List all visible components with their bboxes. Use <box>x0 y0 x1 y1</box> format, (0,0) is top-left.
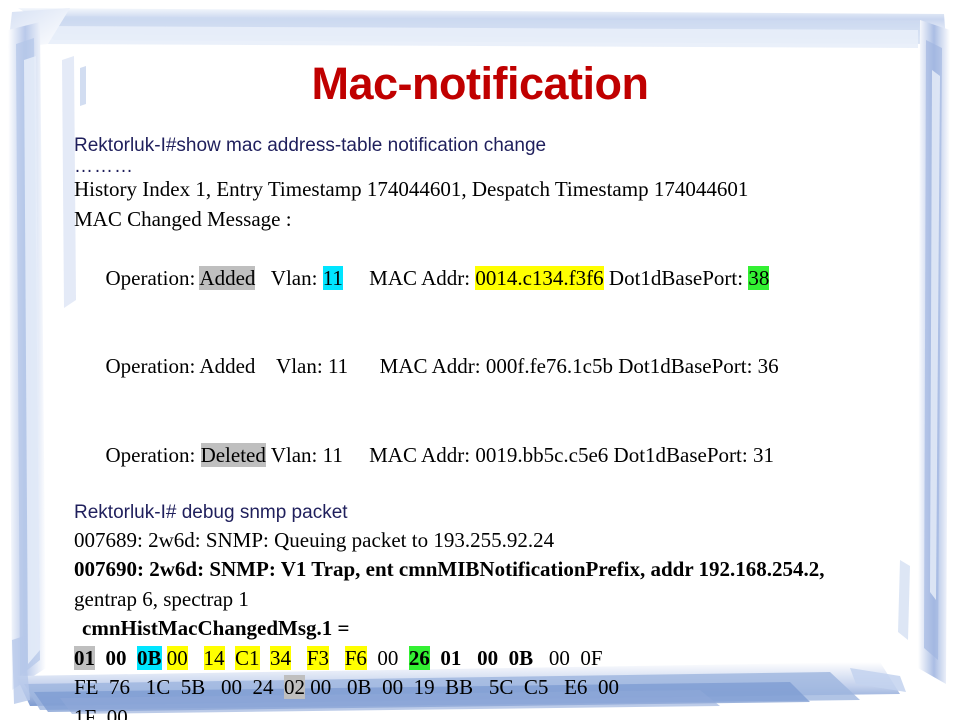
hex-byte: 5C <box>488 675 514 699</box>
hex-byte: FE <box>74 675 99 699</box>
operation-value: Added <box>199 354 256 378</box>
hex-byte: C5 <box>523 675 549 699</box>
mac-addr-label: MAC Addr: <box>379 354 481 378</box>
hex-byte: 00 <box>310 675 332 699</box>
hex-byte: F3 <box>306 645 329 670</box>
hex-byte: 01 <box>440 645 462 670</box>
output-ellipsis: ……… <box>74 156 134 177</box>
mac-addr-label: MAC Addr: <box>369 442 471 467</box>
operation-label: Operation: <box>105 354 196 378</box>
history-index-line: History Index 1, Entry Timestamp 1740446… <box>74 177 749 201</box>
hex-byte: 00 <box>105 645 127 670</box>
hex-byte: 26 <box>408 645 430 670</box>
hex-byte: 34 <box>270 645 292 670</box>
vlan-value: 11 <box>327 354 349 378</box>
hex-byte: 19 <box>413 675 435 699</box>
hex-byte: 00 <box>548 645 570 670</box>
hex-byte: 1F <box>74 704 97 720</box>
hex-byte: 00 <box>166 645 188 670</box>
varbind-cmnhistmacchangedmsg: cmnHistMacChangedMsg.1 = <box>82 616 350 640</box>
dot1dbaseport-label: Dot1dBasePort: <box>608 265 744 290</box>
slide-canvas: Mac-notification Rektorluk-I#show mac ad… <box>0 0 960 720</box>
hex-byte: 24 <box>252 675 274 699</box>
hex-byte: 00 <box>377 645 399 670</box>
hex-byte: 00 <box>382 675 404 699</box>
hex-byte: 00 <box>477 645 499 670</box>
hex-byte: 00 <box>221 675 243 699</box>
mac-addr-label: MAC Addr: <box>369 265 471 290</box>
snmp-log-v1-trap: 007690: 2w6d: SNMP: V1 Trap, ent cmnMIBN… <box>74 557 825 581</box>
mac-addr-value: 0019.bb5c.c5e6 <box>475 442 609 467</box>
hex-byte: 01 <box>74 645 95 670</box>
dot1dbaseport-label: Dot1dBasePort: <box>618 354 753 378</box>
mac-entry-row: Operation: Deleted Vlan: 11 MAC Addr: 00… <box>74 411 904 500</box>
hex-dump-row-2: FE 76 1C 5B 00 24 02 00 0B 00 19 BB 5C C… <box>74 673 904 703</box>
operation-label: Operation: <box>105 265 196 290</box>
hex-byte: 0B <box>137 645 162 670</box>
snmp-log-gentrap: gentrap 6, spectrap 1 <box>74 586 249 611</box>
hex-byte: 00 <box>597 675 619 699</box>
page-title: Mac-notification <box>311 58 650 109</box>
vlan-value: 11 <box>322 265 343 290</box>
vlan-label: Vlan: <box>276 354 323 378</box>
mac-addr-value: 0014.c134.f3f6 <box>475 265 604 290</box>
hex-byte: BB <box>445 675 474 699</box>
cli-command-show-mac-notification: Rektorluk-I#show mac address-table notif… <box>74 135 547 156</box>
hex-dump-row-3: 1F 00 <box>74 703 904 720</box>
operation-value: Deleted <box>200 442 266 467</box>
hex-byte: 5B <box>180 675 206 699</box>
mac-entry-row: Operation: Added Vlan: 11 MAC Addr: 000f… <box>74 323 904 412</box>
hex-dump-row-1: 01 00 0B 00 14 C1 34 F3 F6 00 26 01 00 0… <box>74 644 904 674</box>
mac-changed-message-header: MAC Changed Message : <box>74 206 292 231</box>
vlan-label: Vlan: <box>270 265 318 290</box>
cli-command-debug-snmp-packet: Rektorluk-I# debug snmp packet <box>74 501 348 523</box>
dot1dbaseport-label: Dot1dBasePort: <box>613 442 748 467</box>
operation-value: Added <box>199 265 256 290</box>
hex-byte: F6 <box>344 645 367 670</box>
hex-byte: 02 <box>284 675 306 699</box>
hex-byte: E6 <box>564 675 588 699</box>
hex-byte: 0F <box>580 645 603 670</box>
dot1dbaseport-value: 38 <box>748 265 770 290</box>
hex-byte: C1 <box>235 645 260 670</box>
dot1dbaseport-value: 31 <box>752 442 774 467</box>
mac-entry-row: Operation: Added Vlan: 11 MAC Addr: 0014… <box>74 234 904 323</box>
terminal-transcript: Rektorluk-I#show mac address-table notif… <box>74 134 904 720</box>
snmp-log-queuing: 007689: 2w6d: SNMP: Queuing packet to 19… <box>74 527 555 552</box>
hex-byte: 00 <box>106 704 128 720</box>
operation-label: Operation: <box>105 442 196 467</box>
hex-byte: 0B <box>508 645 534 670</box>
hex-byte: 0B <box>347 675 372 699</box>
hex-byte: 1C <box>145 675 171 699</box>
vlan-label: Vlan: <box>270 442 318 467</box>
hex-byte: 76 <box>109 675 131 699</box>
mac-addr-value: 000f.fe76.1c5b <box>485 354 613 378</box>
hex-byte: 14 <box>203 645 225 670</box>
vlan-value: 11 <box>322 442 343 467</box>
dot1dbaseport-value: 36 <box>757 354 779 378</box>
